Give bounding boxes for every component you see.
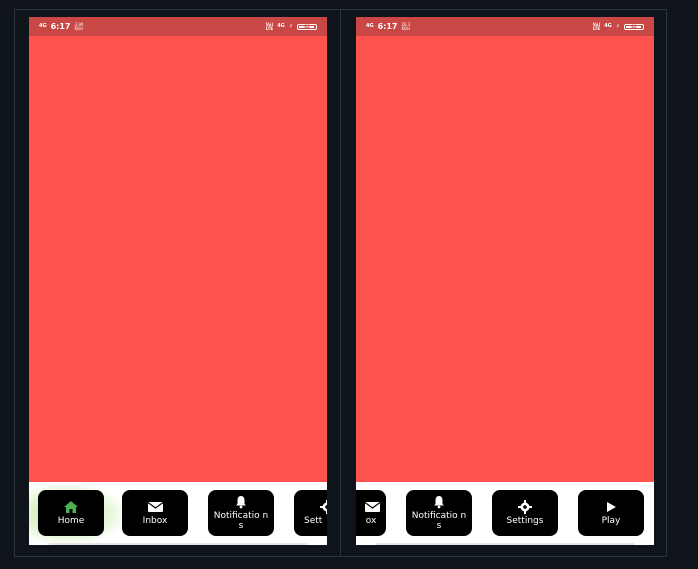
- nav-label: Notificatio ns: [213, 511, 269, 531]
- network-speed: 3.90 KB/s: [74, 21, 84, 31]
- volte-indicator: Vo) LTE: [265, 21, 274, 31]
- battery-icon: 82: [297, 23, 317, 30]
- charging-icon: ⚡: [615, 23, 620, 30]
- nav-button-home[interactable]: Home: [38, 490, 104, 536]
- nav-button-settings[interactable]: Settings: [492, 490, 558, 536]
- phone-screen-right: 4G 6:17 26.3 KB/s Vo) LTE 4G ⚡ 82 ox Not…: [356, 17, 654, 545]
- phone-screen-left: 4G 6:17 3.90 KB/s Vo) LTE 4G ⚡ 82 Home I…: [29, 17, 327, 545]
- volte-indicator: Vo) LTE: [592, 21, 601, 31]
- status-time: 6:17: [50, 22, 71, 31]
- charging-icon: ⚡: [288, 23, 293, 30]
- nav-label: Settings: [506, 516, 544, 526]
- nav-label: Sett: [304, 516, 323, 526]
- bottom-nav-bar[interactable]: ox Notificatio ns Settings Play: [356, 482, 654, 545]
- nav-label: Notificatio ns: [411, 511, 467, 531]
- main-content: [29, 36, 327, 482]
- nav-button-play[interactable]: Play: [578, 490, 644, 536]
- mail-icon: [364, 502, 380, 512]
- nav-button-notifications[interactable]: Notificatio ns: [406, 490, 472, 536]
- battery-icon: 82: [624, 23, 644, 30]
- main-content: [356, 36, 654, 482]
- nav-label: Home: [57, 516, 85, 526]
- gear-icon: [320, 500, 327, 514]
- mail-icon: [147, 502, 163, 512]
- center-divider: [340, 9, 341, 557]
- bell-icon: [434, 496, 444, 509]
- bell-icon: [236, 496, 246, 509]
- network-indicator: 4G: [39, 23, 47, 29]
- network-indicator: 4G: [366, 23, 374, 29]
- play-icon: [607, 502, 616, 512]
- nav-label: Inbox: [142, 516, 168, 526]
- nav-button-inbox[interactable]: Inbox: [122, 490, 188, 536]
- nav-label: ox: [365, 516, 377, 526]
- network-indicator-right: 4G: [277, 23, 285, 29]
- gear-icon: [518, 500, 532, 514]
- nav-label: Play: [601, 516, 621, 526]
- nav-button-notifications[interactable]: Notificatio ns: [208, 490, 274, 536]
- comparison-canvas: 4G 6:17 3.90 KB/s Vo) LTE 4G ⚡ 82 Home I…: [0, 0, 698, 569]
- network-speed: 26.3 KB/s: [401, 21, 411, 31]
- scroll-indicator: [49, 543, 307, 545]
- network-indicator-right: 4G: [604, 23, 612, 29]
- nav-button-settings[interactable]: Sett: [294, 490, 327, 536]
- status-bar: 4G 6:17 26.3 KB/s Vo) LTE 4G ⚡ 82: [356, 17, 654, 36]
- home-icon: [64, 501, 78, 513]
- bottom-nav-bar[interactable]: Home Inbox Notificatio ns Sett: [29, 482, 327, 545]
- scroll-indicator: [376, 543, 634, 545]
- status-time: 6:17: [377, 22, 398, 31]
- nav-button-inbox[interactable]: ox: [356, 490, 386, 536]
- status-bar: 4G 6:17 3.90 KB/s Vo) LTE 4G ⚡ 82: [29, 17, 327, 36]
